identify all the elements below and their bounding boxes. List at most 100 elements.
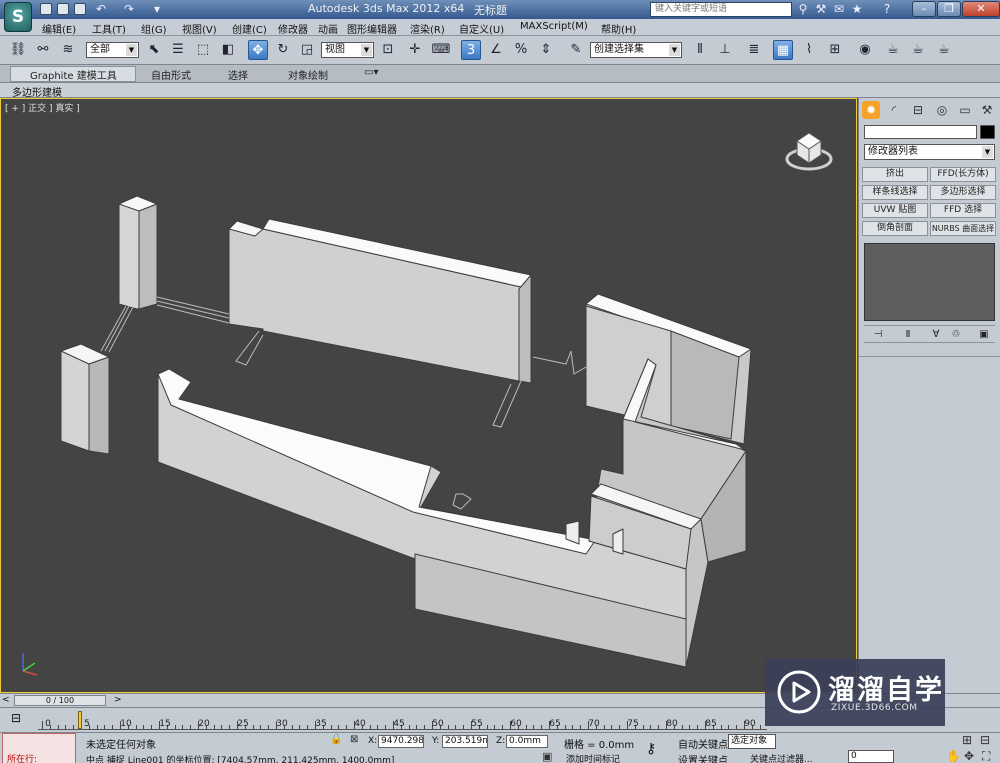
viewport-perspective[interactable]: [ + ] 正交 ] 真实 ] (0, 98, 857, 693)
maximize-viewport-icon[interactable]: ⛶ (982, 749, 990, 763)
spline-select-button[interactable]: 样条线选择 (862, 185, 928, 200)
communication-icon[interactable]: ✉ (832, 2, 846, 16)
save-file-icon[interactable] (74, 3, 86, 15)
time-prev-icon[interactable]: < (2, 695, 10, 705)
add-time-tag-button[interactable]: 添加时间标记 (566, 752, 620, 763)
bevel-profile-button[interactable]: 倒角剖面 (862, 221, 928, 236)
auto-key-button[interactable]: 自动关键点 (678, 736, 728, 751)
render-setup-icon[interactable]: ☕ (883, 40, 903, 60)
pin-stack-icon[interactable]: ⊣ (870, 328, 886, 342)
current-frame-marker[interactable] (78, 711, 82, 729)
menu-modifiers[interactable]: 修改器 (278, 21, 308, 36)
rendered-frame-window-icon[interactable]: ☕ (908, 40, 928, 60)
search-input[interactable]: 键入关键字或短语 (650, 2, 792, 17)
menu-animation[interactable]: 动画 (318, 21, 338, 36)
modifier-stack[interactable] (864, 243, 995, 321)
align-icon[interactable]: ⊥ (715, 40, 735, 60)
pan-view-icon[interactable]: ✋ (946, 749, 961, 763)
subscription-icon[interactable]: ⚒ (814, 2, 828, 16)
percent-snap-icon[interactable]: % (511, 40, 531, 60)
show-end-result-icon[interactable]: Ⅱ (900, 328, 916, 342)
restore-button[interactable]: ❐ (937, 1, 961, 17)
bind-space-warp-icon[interactable]: ≋ (58, 40, 78, 60)
menu-customize[interactable]: 自定义(U) (459, 21, 504, 36)
schematic-view-icon[interactable]: ⊞ (825, 40, 845, 60)
absolute-mode-icon[interactable]: ⊠ (350, 734, 358, 745)
select-object-icon[interactable]: ⬉ (144, 40, 164, 60)
select-and-move-icon[interactable]: ✥ (248, 40, 268, 60)
key-mode-dropdown[interactable]: 选定对象 (728, 734, 776, 749)
quick-access-dropdown-icon[interactable]: ▾ (150, 2, 164, 16)
mini-curve-editor-icon[interactable]: ⊟ (8, 711, 24, 727)
set-key-button[interactable]: 设置关键点 (678, 752, 728, 763)
curve-editor-icon[interactable]: ⌇ (799, 40, 819, 60)
pivot-center-icon[interactable]: ⊡ (378, 40, 398, 60)
hierarchy-tab-icon[interactable]: ⊟ (909, 101, 927, 119)
make-unique-icon[interactable]: ∀ (928, 328, 944, 342)
view-cube-icon[interactable] (785, 125, 833, 173)
menu-help[interactable]: 帮助(H) (601, 21, 636, 36)
time-next-icon[interactable]: > (114, 695, 122, 705)
menu-rendering[interactable]: 渲染(R) (410, 21, 445, 36)
reference-coordinate-dropdown[interactable]: 视图 ▼ (321, 42, 374, 58)
motion-tab-icon[interactable]: ◎ (933, 101, 951, 119)
key-filters-button[interactable]: 关键点过滤器... (750, 752, 813, 763)
binoculars-icon[interactable]: ⚲ (796, 2, 810, 16)
uvw-map-button[interactable]: UVW 贴图 (862, 203, 928, 218)
select-and-rotate-icon[interactable]: ↻ (273, 40, 293, 60)
lock-selection-icon[interactable]: 🔒 (330, 734, 342, 745)
menu-view[interactable]: 视图(V) (182, 21, 217, 36)
select-and-manipulate-icon[interactable]: ✛ (405, 40, 425, 60)
rectangular-selection-icon[interactable]: ⬚ (193, 40, 213, 60)
selection-filter-dropdown[interactable]: 全部 ▼ (86, 42, 139, 58)
undo-icon[interactable]: ↶ (94, 2, 108, 16)
time-slider-thumb[interactable]: 0 / 100 (14, 695, 106, 706)
menu-graph-editors[interactable]: 图形编辑器 (347, 21, 397, 36)
orbit-icon[interactable]: ✥ (964, 749, 974, 763)
menu-maxscript[interactable]: MAXScript(M) (520, 21, 588, 32)
select-and-scale-icon[interactable]: ◲ (297, 40, 317, 60)
modifier-list-dropdown[interactable]: 修改器列表 ▼ (864, 144, 995, 160)
object-color-swatch[interactable] (980, 125, 995, 139)
window-crossing-icon[interactable]: ◧ (218, 40, 238, 60)
new-file-icon[interactable] (40, 3, 52, 15)
polygon-modeling-label[interactable]: 多边形建模 (12, 84, 62, 99)
help-icon[interactable]: ? (880, 2, 894, 16)
layer-manager-icon[interactable]: ≣ (744, 40, 764, 60)
select-and-link-icon[interactable]: ⛓ (8, 40, 28, 60)
spinner-snap-icon[interactable]: ⇕ (536, 40, 556, 60)
render-production-icon[interactable]: ☕ (934, 40, 954, 60)
current-frame-field[interactable]: 0 (848, 750, 894, 763)
tab-graphite-modeling[interactable]: Graphite 建模工具 (30, 67, 117, 82)
mirror-icon[interactable]: ⫴ (690, 40, 710, 60)
maxscript-listener[interactable]: 所在行: (2, 733, 76, 763)
keyboard-shortcut-override-icon[interactable]: ⌨ (431, 40, 451, 60)
minimize-button[interactable]: – (912, 1, 936, 17)
time-tag-icon[interactable]: ▣ (542, 750, 552, 763)
snaps-toggle-icon[interactable]: 3 (461, 40, 481, 60)
extrude-button[interactable]: 挤出 (862, 167, 928, 182)
graphite-toggle-icon[interactable]: ▦ (773, 40, 793, 60)
unlink-icon[interactable]: ⚯ (33, 40, 53, 60)
display-tab-icon[interactable]: ▭ (956, 101, 974, 119)
menu-create[interactable]: 创建(C) (232, 21, 267, 36)
create-tab-icon[interactable]: ✹ (862, 101, 880, 119)
app-logo-button[interactable]: S (4, 2, 32, 32)
timeline-ruler[interactable]: 0 5 10 15 20 25 30 35 40 45 50 55 60 65 70 75 80 85 90 (38, 710, 767, 730)
tab-freeform[interactable]: 自由形式 (151, 67, 191, 82)
edit-named-selection-icon[interactable]: ✎ (566, 40, 586, 60)
x-coordinate-field[interactable]: 9470.298m (378, 735, 424, 748)
material-editor-icon[interactable]: ◉ (855, 40, 875, 60)
remove-modifier-icon[interactable]: ♲ (948, 328, 964, 342)
favorites-star-icon[interactable]: ★ (850, 2, 864, 16)
zoom-all-icon[interactable]: ⊟ (980, 733, 990, 747)
configure-modifier-sets-icon[interactable]: ▣ (976, 328, 992, 342)
menu-group[interactable]: 组(G) (141, 21, 167, 36)
y-coordinate-field[interactable]: 203.519mm (442, 735, 488, 748)
close-button[interactable]: ✕ (962, 1, 1000, 17)
tab-selection[interactable]: 选择 (228, 67, 248, 82)
angle-snap-icon[interactable]: ∠ (486, 40, 506, 60)
ffd-box-button[interactable]: FFD(长方体) (930, 167, 996, 182)
named-selection-dropdown[interactable]: 创建选择集 ▼ (590, 42, 682, 58)
select-by-name-icon[interactable]: ☰ (168, 40, 188, 60)
